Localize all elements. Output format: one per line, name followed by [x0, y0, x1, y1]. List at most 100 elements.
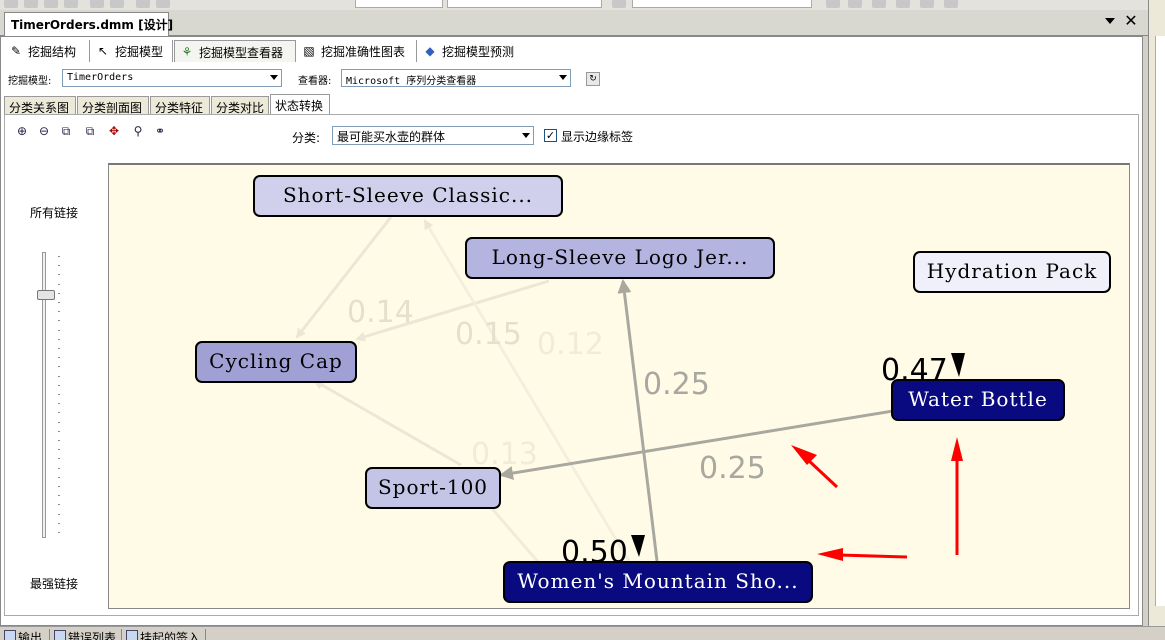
- tab-label: 挖掘模型: [115, 45, 164, 59]
- zoom-out-icon[interactable]: ⊖: [36, 123, 52, 139]
- slider-tick: [58, 449, 60, 451]
- subtab-cluster-profiles[interactable]: 分类剖面图: [77, 96, 149, 115]
- toolbar-icon[interactable]: [872, 0, 886, 8]
- pending-checkins-icon: [126, 630, 138, 640]
- slider-tick: [58, 375, 60, 377]
- edge-sport-100-to-cycling-cap: [313, 379, 462, 467]
- annotation-arrow-up: [951, 437, 963, 555]
- tab-output[interactable]: 输出: [2, 629, 50, 640]
- tab-mining-structure[interactable]: ✎ 挖掘结构: [4, 40, 90, 62]
- slider-tick: [58, 522, 60, 524]
- cut-icon[interactable]: [90, 0, 104, 8]
- fit-to-window-icon[interactable]: ✥: [106, 123, 122, 139]
- state-transition-graph[interactable]: 0.14 0.15 0.12 0.25 0.25 0.13 0.47 0.50 …: [108, 163, 1130, 609]
- new-icon[interactable]: [4, 0, 18, 8]
- edge-label: 0.14: [347, 295, 414, 330]
- link-strength-slider-thumb[interactable]: [37, 289, 55, 300]
- slider-tick: [58, 283, 60, 285]
- slider-tick: [58, 320, 60, 322]
- graph-node[interactable]: Cycling Cap: [195, 341, 357, 383]
- tab-label: 挖掘准确性图表: [321, 45, 406, 59]
- tab-pending-checkins[interactable]: 挂起的签入: [124, 629, 206, 640]
- slider-tick: [58, 532, 60, 533]
- edge-label: 0.12: [537, 327, 604, 362]
- redo-icon[interactable]: [156, 0, 170, 8]
- slider-tick: [58, 394, 60, 395]
- search-icon[interactable]: [826, 0, 840, 8]
- zoom-in-icon[interactable]: ⊕: [14, 123, 30, 139]
- graph-node[interactable]: Sport-100: [365, 467, 501, 509]
- solution-explorer-edge[interactable]: [1155, 36, 1165, 606]
- slider-tick: [58, 486, 60, 487]
- cluster-select[interactable]: 最可能买水壶的群体: [332, 126, 534, 145]
- slider-tick: [58, 412, 60, 414]
- tab-mining-models[interactable]: ↖ 挖掘模型: [91, 40, 173, 62]
- tab-label: 输出: [18, 631, 43, 640]
- show-edge-labels-label: 显示边缘标签: [561, 130, 634, 144]
- close-document-icon[interactable]: ✕: [1122, 11, 1140, 31]
- platform-field[interactable]: [447, 0, 602, 8]
- toolbar-icon[interactable]: [848, 0, 862, 8]
- bottom-tool-tabs: 输出 错误列表 挂起的签入: [0, 626, 1165, 640]
- tab-error-list[interactable]: 错误列表: [52, 629, 122, 640]
- graph-node[interactable]: Long-Sleeve Logo Jer...: [465, 237, 775, 279]
- toolbar-icon[interactable]: [896, 0, 910, 8]
- solution-config-field[interactable]: [355, 0, 443, 8]
- tab-mining-accuracy-chart[interactable]: ▧ 挖掘准确性图表: [297, 40, 417, 62]
- copy-icon[interactable]: [110, 0, 124, 8]
- slider-tick: [58, 430, 60, 432]
- show-edge-labels-checkbox[interactable]: ✓: [544, 129, 557, 142]
- tab-dropdown-icon[interactable]: [1104, 16, 1116, 26]
- mining-model-select[interactable]: TimerOrders: [62, 69, 282, 87]
- output-icon: [4, 630, 16, 640]
- tab-mining-model-viewer[interactable]: ⚘ 挖掘模型查看器: [174, 40, 296, 62]
- slider-tick: [58, 292, 60, 294]
- slider-tick: [58, 504, 60, 506]
- annotation-arrow-diagonal: [791, 445, 839, 489]
- cluster-value: 最可能买水壶的群体: [337, 130, 446, 144]
- copy-graph-icon[interactable]: ⧉: [82, 123, 98, 139]
- tab-label: 挖掘模型预测: [442, 45, 515, 59]
- subtab-cluster-diagram[interactable]: 分类关系图: [4, 96, 76, 115]
- edge-womens-mountain-to-long-sleeve: [617, 279, 659, 562]
- open-icon[interactable]: [24, 0, 38, 8]
- slider-tick: [58, 513, 60, 515]
- find-icon[interactable]: [612, 0, 626, 8]
- model-icon: ↖: [97, 44, 109, 58]
- undo-icon[interactable]: [136, 0, 150, 8]
- find-node-icon[interactable]: ⚲: [130, 123, 146, 139]
- structure-icon: ✎: [10, 44, 22, 58]
- accuracy-chart-icon: ▧: [303, 44, 315, 58]
- save-all-icon[interactable]: [64, 0, 78, 8]
- find-field[interactable]: [632, 0, 812, 8]
- copy-icon[interactable]: ⧉: [58, 123, 74, 139]
- refresh-icon[interactable]: ↻: [586, 72, 600, 86]
- viewer-select[interactable]: Microsoft 序列分类查看器: [341, 69, 571, 87]
- annotation-arrow-left: [817, 548, 908, 561]
- graph-node[interactable]: Short-Sleeve Classic...: [253, 175, 563, 217]
- subtab-state-transitions[interactable]: 状态转换: [270, 94, 330, 114]
- save-icon[interactable]: [44, 0, 58, 8]
- viewer-label: 查看器:: [298, 76, 332, 87]
- chevron-down-icon: [559, 75, 567, 80]
- slider-tick: [58, 302, 60, 303]
- graph-node[interactable]: Hydration Pack: [913, 251, 1111, 293]
- slider-tick: [58, 311, 60, 313]
- selector-row: 挖掘模型: TimerOrders 查看器: Microsoft 序列分类查看器: [4, 66, 1139, 90]
- cluster-label: 分类:: [292, 131, 321, 145]
- tab-mining-model-prediction[interactable]: ◆ 挖掘模型预测: [418, 40, 526, 62]
- subtab-cluster-characteristics[interactable]: 分类特征: [150, 96, 210, 115]
- tab-label: 挖掘模型查看器: [199, 46, 284, 60]
- all-links-label: 所有链接: [30, 206, 79, 220]
- layout-icon[interactable]: ⚭: [152, 123, 168, 139]
- subtab-cluster-discrimination[interactable]: 分类对比: [211, 96, 269, 115]
- toolbar-icon[interactable]: [920, 0, 934, 8]
- self-loop-water-bottle-arrowhead: [951, 353, 965, 377]
- toolbar-icon[interactable]: [944, 0, 958, 8]
- slider-tick: [58, 348, 60, 349]
- graph-node[interactable]: Women's Mountain Sho...: [503, 561, 813, 603]
- document-tab[interactable]: TimerOrders.dmm [设计]: [4, 12, 173, 36]
- slider-tick: [58, 458, 60, 460]
- graph-node[interactable]: Water Bottle: [891, 379, 1065, 421]
- slider-tick: [58, 274, 60, 276]
